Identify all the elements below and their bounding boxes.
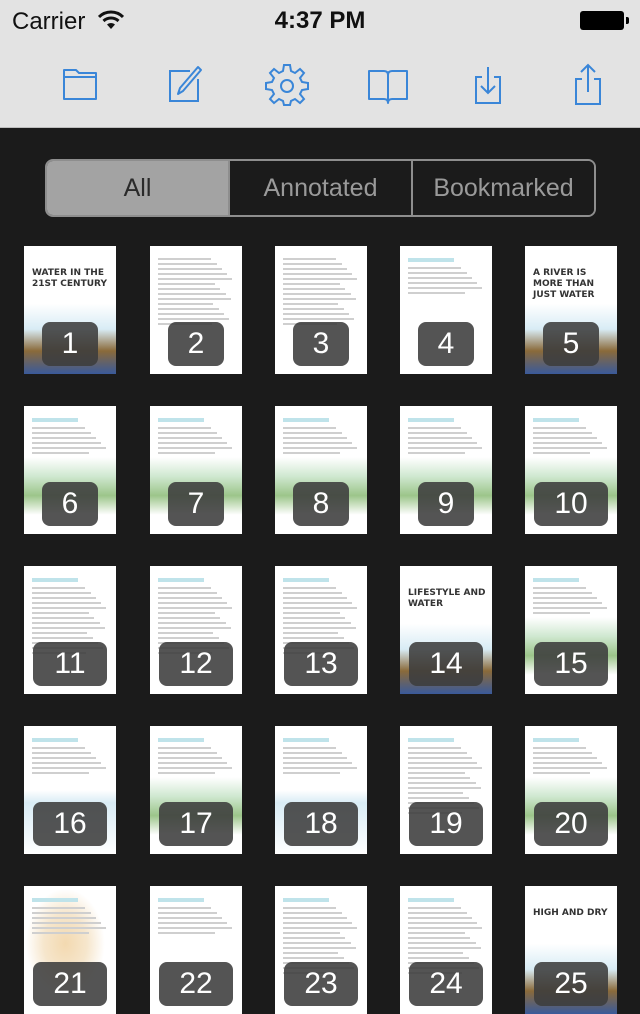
page-number-badge: 12 bbox=[159, 642, 233, 686]
page-thumbnail[interactable]: 17 bbox=[150, 726, 242, 854]
segment-annotated[interactable]: Annotated bbox=[228, 161, 411, 215]
book-icon bbox=[368, 70, 408, 104]
page-thumbnail[interactable]: 7 bbox=[150, 406, 242, 534]
status-bar: Carrier 4:37 PM bbox=[0, 0, 640, 40]
toolbar bbox=[0, 56, 640, 112]
page-thumbnail[interactable]: 20 bbox=[525, 726, 617, 854]
page-text-lines bbox=[533, 578, 609, 617]
page-text-lines bbox=[158, 898, 234, 937]
page-number-badge: 10 bbox=[534, 482, 608, 526]
page-text-lines bbox=[158, 738, 234, 777]
page-thumbnail[interactable]: 21 bbox=[24, 886, 116, 1014]
page-number-badge: 7 bbox=[168, 482, 224, 526]
folder-button[interactable] bbox=[52, 56, 108, 112]
page-number-badge: 11 bbox=[33, 642, 107, 686]
page-number-badge: 15 bbox=[534, 642, 608, 686]
download-button[interactable] bbox=[460, 56, 516, 112]
page-thumbnail[interactable]: 3 bbox=[275, 246, 367, 374]
page-number-badge: 14 bbox=[409, 642, 483, 686]
settings-button[interactable] bbox=[259, 56, 315, 112]
page-thumbnail[interactable]: 16 bbox=[24, 726, 116, 854]
page-thumbnail[interactable]: 24 bbox=[400, 886, 492, 1014]
cover-title: A RIVER IS MORE THAN JUST WATER bbox=[533, 268, 595, 300]
page-thumbnail[interactable]: A RIVER IS MORE THAN JUST WATER 5 bbox=[525, 246, 617, 374]
page-thumbnail[interactable]: 18 bbox=[275, 726, 367, 854]
page-number-badge: 16 bbox=[33, 802, 107, 846]
navigation-bar: Carrier 4:37 PM bbox=[0, 0, 640, 128]
page-text-lines bbox=[408, 258, 484, 297]
page-thumbnail[interactable]: 12 bbox=[150, 566, 242, 694]
page-text-lines bbox=[32, 418, 108, 457]
page-text-lines bbox=[283, 418, 359, 457]
page-text-lines bbox=[533, 418, 609, 457]
page-number-badge: 6 bbox=[42, 482, 98, 526]
page-thumbnail[interactable]: 13 bbox=[275, 566, 367, 694]
page-number-badge: 17 bbox=[159, 802, 233, 846]
segment-all[interactable]: All bbox=[47, 161, 228, 215]
page-text-lines bbox=[158, 258, 234, 328]
cover-title: WATER IN THE 21ST CENTURY bbox=[32, 268, 107, 289]
page-number-badge: 1 bbox=[42, 322, 98, 366]
download-icon bbox=[475, 67, 501, 104]
filter-segmented-control: All Annotated Bookmarked bbox=[45, 159, 596, 217]
page-thumbnail[interactable]: WATER IN THE 21ST CENTURY 1 bbox=[24, 246, 116, 374]
page-thumbnail[interactable]: 22 bbox=[150, 886, 242, 1014]
page-number-badge: 21 bbox=[33, 962, 107, 1006]
page-thumbnail[interactable]: 19 bbox=[400, 726, 492, 854]
compose-icon bbox=[169, 66, 202, 102]
page-number-badge: 24 bbox=[409, 962, 483, 1006]
battery-tip bbox=[626, 17, 629, 24]
page-number-badge: 5 bbox=[543, 322, 599, 366]
book-button[interactable] bbox=[360, 56, 416, 112]
page-number-badge: 20 bbox=[534, 802, 608, 846]
page-number-badge: 13 bbox=[284, 642, 358, 686]
page-thumbnail[interactable]: 2 bbox=[150, 246, 242, 374]
cover-title: LIFESTYLE AND WATER bbox=[408, 588, 486, 609]
page-number-badge: 18 bbox=[284, 802, 358, 846]
page-text-lines bbox=[408, 418, 484, 457]
page-number-badge: 19 bbox=[409, 802, 483, 846]
page-thumbnail[interactable]: HIGH AND DRY 25 bbox=[525, 886, 617, 1014]
page-text-lines bbox=[283, 258, 359, 328]
page-number-badge: 25 bbox=[534, 962, 608, 1006]
page-number-badge: 23 bbox=[284, 962, 358, 1006]
page-number-badge: 4 bbox=[418, 322, 474, 366]
page-text-lines bbox=[32, 898, 108, 937]
page-thumbnail[interactable]: 10 bbox=[525, 406, 617, 534]
folder-icon bbox=[63, 69, 97, 100]
share-icon bbox=[575, 63, 601, 105]
page-thumbnail[interactable]: 9 bbox=[400, 406, 492, 534]
cover-title: HIGH AND DRY bbox=[533, 908, 608, 918]
edit-button[interactable] bbox=[155, 56, 211, 112]
share-button[interactable] bbox=[560, 56, 616, 112]
page-number-badge: 2 bbox=[168, 322, 224, 366]
page-thumbnail[interactable]: 11 bbox=[24, 566, 116, 694]
page-text-lines bbox=[283, 738, 359, 777]
page-number-badge: 22 bbox=[159, 962, 233, 1006]
battery-icon bbox=[580, 11, 624, 30]
gear-icon bbox=[265, 64, 309, 106]
page-number-badge: 8 bbox=[293, 482, 349, 526]
page-number-badge: 3 bbox=[293, 322, 349, 366]
page-text-lines bbox=[533, 738, 609, 777]
page-thumbnail[interactable]: 4 bbox=[400, 246, 492, 374]
page-text-lines bbox=[158, 418, 234, 457]
page-thumbnail[interactable]: 6 bbox=[24, 406, 116, 534]
page-thumbnail[interactable]: 15 bbox=[525, 566, 617, 694]
clock: 4:37 PM bbox=[274, 7, 366, 34]
segment-bookmarked[interactable]: Bookmarked bbox=[411, 161, 594, 215]
page-number-badge: 9 bbox=[418, 482, 474, 526]
page-thumbnail[interactable]: 8 bbox=[275, 406, 367, 534]
page-text-lines bbox=[32, 738, 108, 777]
page-thumbnail[interactable]: LIFESTYLE AND WATER 14 bbox=[400, 566, 492, 694]
page-thumbnail[interactable]: 23 bbox=[275, 886, 367, 1014]
